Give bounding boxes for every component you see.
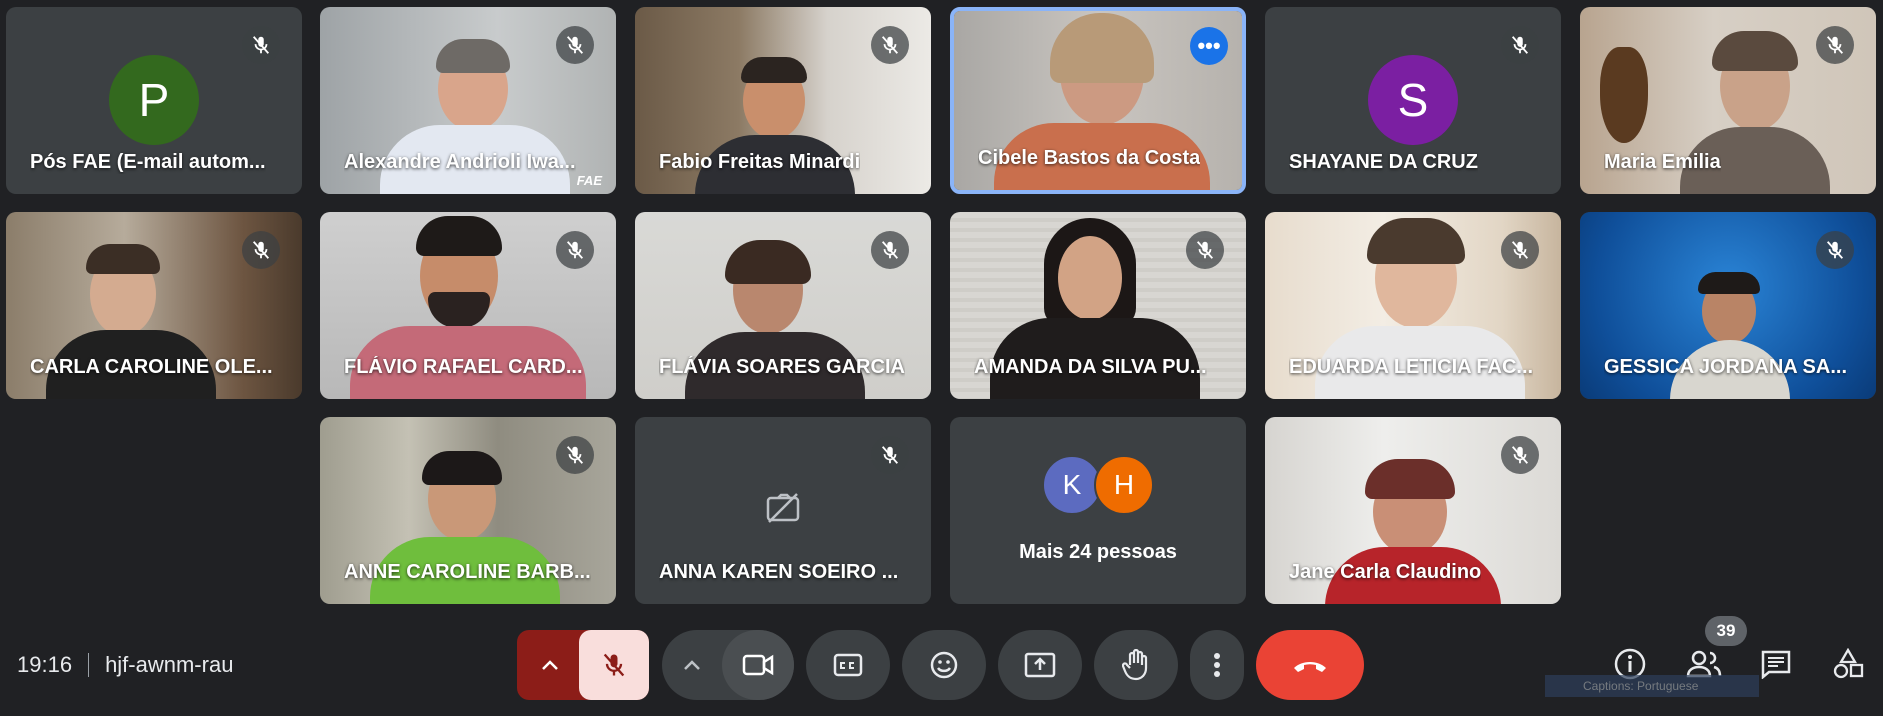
raise-hand-button[interactable] [1094,630,1178,700]
avatar: K [1042,455,1102,515]
microphone-muted-button[interactable] [579,630,649,700]
captions-button[interactable] [806,630,890,700]
participant-tile[interactable]: FLÁVIO RAFAEL CARD... [320,212,616,399]
participant-tile[interactable]: P Pós FAE (E-mail autom... [6,7,302,194]
participant-name: Cibele Bastos da Costa [978,147,1201,169]
mic-off-icon [242,26,280,64]
participant-tile[interactable]: ANNE CAROLINE BARB... [320,417,616,604]
participant-name: EDUARDA LETICIA FAC... [1289,356,1534,378]
participant-name: CARLA CAROLINE OLE... [30,356,273,378]
participant-tile[interactable]: S SHAYANE DA CRUZ [1265,7,1561,194]
participant-name: Pós FAE (E-mail autom... [30,151,266,173]
camera-button[interactable] [722,630,794,700]
captions-icon [833,653,863,677]
mic-off-icon [1816,26,1854,64]
participant-tile[interactable]: GESSICA JORDANA SA... [1580,212,1876,399]
mic-off-icon [1816,231,1854,269]
avatar: H [1094,455,1154,515]
camera-options-chevron-icon[interactable] [662,630,722,700]
mic-off-icon [871,436,909,474]
mic-off-icon [556,436,594,474]
mic-control-group [517,630,649,700]
end-call-button[interactable] [1256,630,1364,700]
activities-shapes-icon [1833,648,1864,679]
participant-grid: P Pós FAE (E-mail autom... FAE Alexandre… [0,0,1883,620]
emoji-reactions-button[interactable] [902,630,986,700]
more-options-icon[interactable]: ••• [1190,27,1228,65]
mic-off-icon [1501,231,1539,269]
participant-tile[interactable]: Maria Emilia [1580,7,1876,194]
participant-name: Alexandre Andrioli Iwa... [344,151,576,173]
participant-tile[interactable]: FAE Alexandre Andrioli Iwa... [320,7,616,194]
camera-control-group [662,630,794,700]
participant-tile[interactable]: Jane Carla Claudino [1265,417,1561,604]
participant-tile[interactable]: CARLA CAROLINE OLE... [6,212,302,399]
participant-name: ANNE CAROLINE BARB... [344,561,591,583]
participant-name: SHAYANE DA CRUZ [1289,151,1478,173]
mic-options-chevron-icon[interactable] [517,630,583,700]
meeting-info: 19:16 hjf-awnm-rau [17,652,233,678]
participant-tile[interactable]: ANNA KAREN SOEIRO ... [635,417,931,604]
mic-off-icon [871,26,909,64]
participant-name: FLÁVIA SOARES GARCIA [659,356,905,378]
raise-hand-icon [1122,649,1148,681]
participant-name: Maria Emilia [1604,151,1721,173]
people-icon [1686,650,1722,678]
mic-off-icon [556,231,594,269]
mic-off-icon [1501,26,1539,64]
participant-tile-speaking[interactable]: ••• Cibele Bastos da Costa [950,7,1246,194]
overflow-participants-tile[interactable]: K H Mais 24 pessoas [950,417,1246,604]
mic-off-icon [1501,436,1539,474]
clock-time: 19:16 [17,652,73,677]
participant-name: GESSICA JORDANA SA... [1604,356,1847,378]
overflow-count-label: Mais 24 pessoas [1019,541,1177,563]
mic-off-icon [871,231,909,269]
mic-off-icon [556,26,594,64]
participant-tile[interactable]: EDUARDA LETICIA FAC... [1265,212,1561,399]
participant-name: Jane Carla Claudino [1289,561,1482,583]
present-screen-icon [1024,652,1056,678]
avatar: S [1368,55,1458,145]
participant-tile[interactable]: AMANDA DA SILVA PU... [950,212,1246,399]
more-vert-icon [1214,653,1220,677]
more-options-button[interactable] [1190,630,1244,700]
chat-button[interactable] [1754,642,1798,686]
hang-up-icon [1294,662,1326,672]
divider [88,653,90,677]
camera-off-icon [765,492,801,529]
participant-name: Fabio Freitas Minardi [659,151,861,173]
participant-tile[interactable]: FLÁVIA SOARES GARCIA [635,212,931,399]
captions-language-chip: Captions: Portuguese [1545,675,1759,697]
meeting-code: hjf-awnm-rau [105,652,234,677]
mic-off-icon [1186,231,1224,269]
participant-name: ANNA KAREN SOEIRO ... [659,561,899,583]
chat-icon [1761,650,1791,679]
emoji-icon [930,651,958,679]
mic-off-icon [242,231,280,269]
video-watermark: FAE [576,173,602,188]
participant-name: FLÁVIO RAFAEL CARD... [344,356,583,378]
participant-tile[interactable]: Fabio Freitas Minardi [635,7,931,194]
activities-button[interactable] [1826,642,1870,686]
avatar: P [109,55,199,145]
participant-name: AMANDA DA SILVA PU... [974,356,1207,378]
present-screen-button[interactable] [998,630,1082,700]
